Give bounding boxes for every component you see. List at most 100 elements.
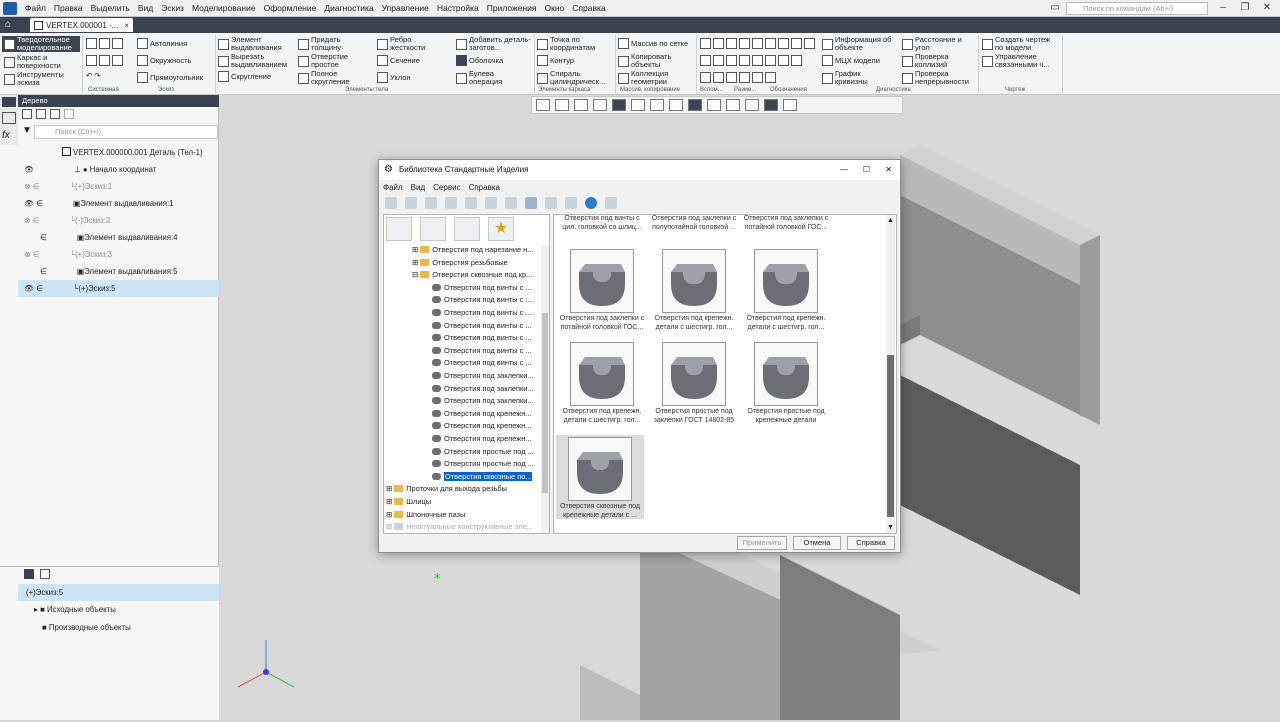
boolean-button[interactable]: Булева операция [456,70,526,86]
tree-root[interactable]: VERTEX.000000.001 Деталь (Тел-1) [18,144,219,161]
circle-button[interactable]: Окружность [137,55,191,66]
measure-icon[interactable] [726,99,740,111]
tree-row[interactable]: ∈ ▣Элемент выдавливания:5 [18,263,219,280]
layers-icon[interactable] [707,99,721,111]
tree-scroll-thumb[interactable] [542,313,548,493]
undo-button[interactable]: ↶ ↷ [86,72,101,80]
cut-extrude-button[interactable]: Вырезать выдавливанием [218,53,298,69]
tree-sort-icon[interactable] [64,109,74,119]
copy-icon[interactable] [445,197,457,209]
info-icon[interactable] [605,197,617,209]
gallery-item[interactable]: Отверстия под крепежн. детали с шестигр.… [558,342,646,425]
notation-tools[interactable] [700,72,778,83]
orientation-icon[interactable] [612,99,626,111]
point-button[interactable]: Точка по координатам [537,36,615,52]
tree-leaf[interactable]: Отверстия под винты с ... [432,294,549,307]
menu-file[interactable]: Файл [21,3,50,13]
autoline-button[interactable]: Автолиния [137,38,187,49]
zoom-icon[interactable] [555,99,569,111]
tree-tab-icon[interactable] [24,569,34,579]
favorites-star-icon[interactable]: ★ [488,217,514,241]
minimize-button[interactable]: – [1214,1,1232,15]
home-icon[interactable]: ⌂ [0,17,16,33]
tree-leaf-selected[interactable]: Отверстия сквозные по... [432,471,549,484]
table-icon[interactable] [2,112,16,124]
gallery-item-partial[interactable]: Отверстия под заклепки с полупотайной го… [650,215,738,232]
close-button[interactable]: ✕ [1258,1,1276,15]
tree-icon[interactable] [2,97,16,107]
tree-view-icon[interactable] [22,109,32,119]
aux-tools[interactable] [700,38,817,49]
menu-drafting[interactable]: Оформление [260,3,321,13]
tab-close-icon[interactable]: × [124,21,129,30]
gallery-item-partial[interactable]: Отверстия под заклепки с потайной головк… [742,215,830,232]
pin-icon[interactable] [385,197,397,209]
apply-button[interactable]: Применить [737,536,787,550]
add-part-button[interactable]: Добавить деталь-заготов... [456,36,536,52]
dialog-menu-view[interactable]: Вид [411,183,425,192]
tree-node[interactable]: ⊞ Шпоночные пазы [386,509,546,522]
dimension-tools[interactable] [700,55,804,66]
maximize-button[interactable]: ❐ [1236,1,1254,15]
tree-scrollbar[interactable] [541,245,549,533]
section-button[interactable]: Сечение [377,55,420,66]
new-doc-button[interactable] [86,38,125,49]
maximize-button[interactable]: ☐ [863,160,870,180]
tree-leaf[interactable]: Отверстия под заклепки... [432,383,549,396]
rib-button[interactable]: Ребро жесткости [377,36,447,52]
tree-row[interactable]: ⊗ ∈ └(+)Эскиз:3 [18,246,219,263]
tree-row[interactable]: 👁 ∈ ▣Элемент выдавливания:1 [18,195,219,212]
copy-objects-button[interactable]: Копировать объекты [618,53,696,69]
history-icon[interactable] [425,197,437,209]
hole-button[interactable]: Отверстие простое [298,53,368,69]
menu-select[interactable]: Выделить [87,3,134,13]
thicken-button[interactable]: Придать толщину [298,36,368,52]
hide-icon[interactable] [650,99,664,111]
paste-icon[interactable] [465,197,477,209]
tree-row[interactable]: 👁 ⊥ ● Начало координат [18,161,219,178]
help-icon[interactable] [585,197,597,209]
display-mode-icon[interactable] [631,99,645,111]
gallery-item-selected[interactable]: Отверстия сквозные под крепежные детали … [556,435,644,519]
tree-node[interactable]: ⊞ Неактуальные конструктивные эле... [386,521,546,533]
table-tab-icon[interactable] [40,569,50,579]
tree-leaf[interactable]: Отверстия под винты с ... [432,332,549,345]
close-button[interactable]: ✕ [885,160,892,180]
menu-diagnostics[interactable]: Диагностика [320,3,377,13]
snap-icon[interactable] [688,99,702,111]
gallery-scrollbar[interactable]: ▲ ▼ [886,215,895,533]
pan-icon[interactable] [574,99,588,111]
collision-check-button[interactable]: Проверка коллизий [902,53,980,69]
mass-props-button[interactable]: МЦХ модели [822,55,880,66]
fit-icon[interactable] [745,99,759,111]
extrude-button[interactable]: Элемент выдавливания [218,36,288,52]
menu-modeling[interactable]: Моделирование [188,3,260,13]
manage-linked-button[interactable]: Управление связанными ч... [982,53,1062,69]
layout-icon[interactable]: ▭ [1046,1,1064,15]
menu-window[interactable]: Окно [540,3,568,13]
tree-search-input[interactable]: Поиск (Ctrl+/) [34,125,218,139]
rectangle-button[interactable]: Прямоугольник [137,72,203,83]
dialog-menu-file[interactable]: Файл [383,183,403,192]
tab-document[interactable]: VERTEX.000001 -... × [30,18,134,32]
tree-node[interactable]: ⊞ Проточки для выхода резьбы [386,483,546,496]
tree-node[interactable]: ⊟ Отверстия сквозные под кр... [412,269,549,282]
binoculars-icon[interactable] [405,197,417,209]
tree-row-selected[interactable]: 👁 ∈ └(+)Эскиз:5 [18,280,219,297]
tree-leaf[interactable]: Отверстия под винты с ... [432,307,549,320]
tree-leaf[interactable]: Отверстия под винты с ... [432,320,549,333]
source-objects-row[interactable]: ▸ ■ Исходные объекты [34,605,116,614]
rotate-icon[interactable] [593,99,607,111]
gallery-item-partial[interactable]: Отверстия под винты с цил. головкой со ш… [558,215,646,232]
draft-button[interactable]: Уклон [377,72,411,83]
minimize-button[interactable]: — [840,160,848,180]
gallery-item[interactable]: Отверстия под крепежн. детали с шестигр.… [650,249,738,332]
ribbon-mode-frame[interactable]: Каркас и поверхности [2,54,80,70]
elements-category-icon[interactable] [420,217,446,241]
shell-button[interactable]: Оболочка [456,55,503,66]
tree-node[interactable]: ⊞ Шлицы [386,496,546,509]
gallery-scroll-thumb[interactable] [887,355,894,517]
section-view-icon[interactable] [669,99,683,111]
menu-help[interactable]: Справка [568,3,609,13]
cancel-button[interactable]: Отмена [793,536,841,550]
